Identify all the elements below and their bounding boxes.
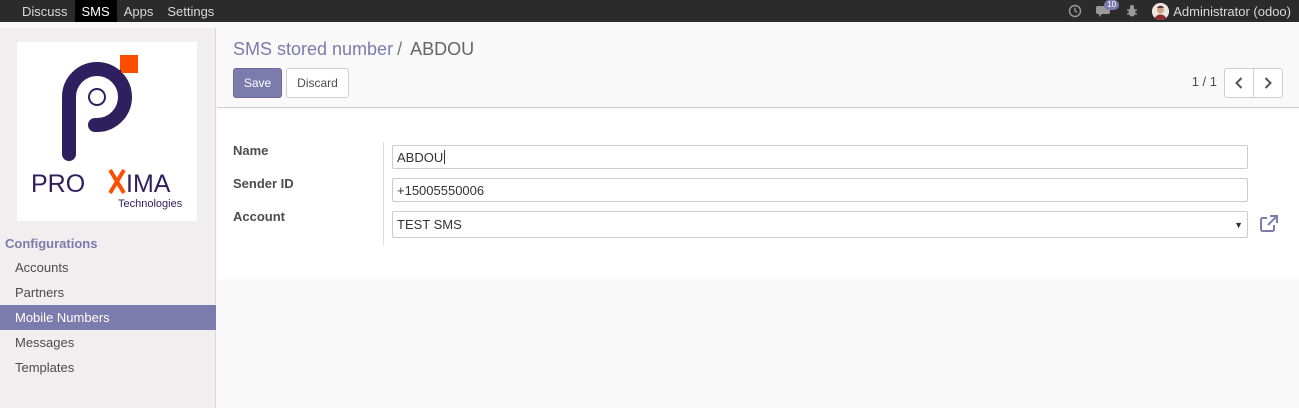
- bug-icon[interactable]: [1126, 4, 1138, 18]
- logo-wordmark: PRO: [31, 170, 85, 198]
- svg-text:IMA: IMA: [126, 170, 171, 198]
- breadcrumb-parent[interactable]: SMS stored number: [233, 39, 393, 60]
- save-button[interactable]: Save: [233, 68, 282, 98]
- name-input-value: ABDOU: [397, 149, 444, 165]
- activity-clock-icon[interactable]: [1068, 4, 1082, 18]
- sidebar-section-configurations[interactable]: Configurations: [5, 236, 97, 251]
- app-menu: Discuss SMS Apps Settings: [0, 0, 221, 22]
- account-label: Account: [233, 209, 285, 224]
- sidebar-nav: Accounts Partners Mobile Numbers Message…: [0, 255, 216, 380]
- field-separator: [383, 142, 384, 245]
- company-logo: PRO IMA Technologies: [17, 42, 197, 221]
- pager-previous-button[interactable]: [1224, 68, 1254, 98]
- discard-button[interactable]: Discard: [286, 68, 349, 98]
- external-link-icon[interactable]: [1259, 215, 1279, 236]
- sidebar-item-templates[interactable]: Templates: [0, 355, 216, 380]
- breadcrumb-current: ABDOU: [410, 39, 475, 59]
- systray: 10 Administrator (odoo): [1068, 0, 1299, 22]
- account-select-value: TEST SMS: [397, 217, 462, 232]
- sidebar-item-accounts[interactable]: Accounts: [0, 255, 216, 280]
- sidebar-item-partners[interactable]: Partners: [0, 280, 216, 305]
- content-background: [217, 279, 1299, 408]
- account-select[interactable]: TEST SMS ▼: [392, 211, 1248, 238]
- sender-id-value: +15005550006: [397, 182, 485, 198]
- user-menu[interactable]: Administrator (odoo): [1152, 2, 1291, 20]
- sidebar-item-mobile-numbers[interactable]: Mobile Numbers: [0, 305, 216, 330]
- chat-badge: 10: [1104, 0, 1120, 10]
- chat-icon[interactable]: 10: [1096, 0, 1120, 18]
- control-panel: SMS stored number / ABDOU Save Discard 1…: [217, 28, 1299, 108]
- menu-apps[interactable]: Apps: [117, 0, 161, 22]
- pager-next-button[interactable]: [1253, 68, 1283, 98]
- name-label: Name: [233, 143, 269, 158]
- user-avatar: [1152, 2, 1170, 20]
- pager-value[interactable]: 1 / 1: [1192, 74, 1217, 89]
- breadcrumb-separator: /: [397, 39, 403, 59]
- sender-id-input[interactable]: +15005550006: [392, 178, 1248, 202]
- text-cursor: [444, 150, 446, 164]
- menu-settings[interactable]: Settings: [160, 0, 221, 22]
- top-navbar: Discuss SMS Apps Settings 10 Administrat…: [0, 0, 1299, 22]
- chevron-left-icon: [1235, 77, 1243, 89]
- user-name: Administrator (odoo): [1173, 3, 1291, 19]
- app-sidebar: PRO IMA Technologies Configurations Acco…: [0, 28, 216, 408]
- form-sheet: Name Sender ID Account ABDOU +1500555000…: [217, 109, 1299, 279]
- sidebar-item-messages[interactable]: Messages: [0, 330, 216, 355]
- logo-subtitle: Technologies: [118, 198, 183, 210]
- chevron-right-icon: [1264, 77, 1272, 89]
- menu-discuss[interactable]: Discuss: [15, 0, 75, 22]
- name-input[interactable]: ABDOU: [392, 145, 1248, 169]
- menu-sms[interactable]: SMS: [74, 0, 117, 22]
- dropdown-caret-icon: ▼: [1234, 219, 1243, 230]
- breadcrumb: SMS stored number / ABDOU: [233, 39, 474, 60]
- sender-id-label: Sender ID: [233, 176, 294, 191]
